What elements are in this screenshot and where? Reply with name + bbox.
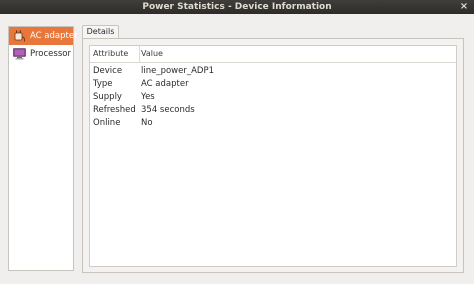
- table-header: Attribute Value: [90, 46, 456, 63]
- ac-adapter-icon: [14, 30, 25, 42]
- value-cell: No: [141, 118, 153, 128]
- attribute-cell: Type: [93, 79, 113, 89]
- sidebar-item-label: AC adapter: [30, 31, 78, 41]
- sidebar-item-label: Processor: [30, 49, 71, 59]
- table-row[interactable]: Device line_power_ADP1: [90, 65, 456, 78]
- table-row[interactable]: Online No: [90, 117, 456, 130]
- value-cell: 354 seconds: [141, 105, 195, 115]
- details-panel: Attribute Value Device line_power_ADP1 T…: [82, 38, 464, 273]
- attributes-table: Attribute Value Device line_power_ADP1 T…: [89, 45, 457, 267]
- value-cell: line_power_ADP1: [141, 66, 215, 76]
- processor-icon: [13, 48, 26, 60]
- value-cell: AC adapter: [141, 79, 189, 89]
- table-row[interactable]: Refreshed 354 seconds: [90, 104, 456, 117]
- sidebar-item-ac-adapter[interactable]: AC adapter: [9, 27, 78, 45]
- column-header-attribute[interactable]: Attribute: [93, 46, 140, 62]
- title-bar: Power Statistics - Device Information ×: [0, 0, 474, 14]
- tab-details[interactable]: Details: [82, 25, 119, 38]
- table-row[interactable]: Type AC adapter: [90, 78, 456, 91]
- column-header-value[interactable]: Value: [141, 46, 163, 62]
- close-button[interactable]: ×: [458, 1, 470, 13]
- attribute-cell: Supply: [93, 92, 122, 102]
- table-row[interactable]: Supply Yes: [90, 91, 456, 104]
- window-title: Power Statistics - Device Information: [142, 2, 332, 12]
- attribute-cell: Online: [93, 118, 121, 128]
- attribute-cell: Refreshed: [93, 105, 136, 115]
- sidebar-item-processor[interactable]: Processor: [9, 45, 73, 63]
- attribute-cell: Device: [93, 66, 123, 76]
- device-list: AC adapter Processor: [8, 26, 78, 271]
- value-cell: Yes: [141, 92, 155, 102]
